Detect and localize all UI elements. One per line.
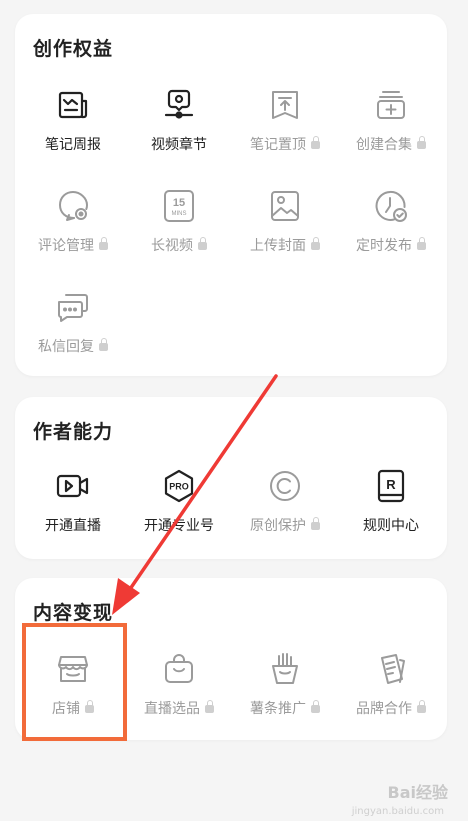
item-weekly-report[interactable]: 笔记周报 xyxy=(19,88,127,174)
brand-coop-icon xyxy=(374,652,408,686)
video-chapter-icon xyxy=(162,88,196,122)
section-title-creation: 创作权益 xyxy=(33,38,114,60)
live-icon xyxy=(56,469,90,503)
item-label: 评论管理 xyxy=(19,235,127,255)
item-live-selection[interactable]: 直播选品 xyxy=(125,652,233,738)
watermark-sub: jingyan.baidu.com xyxy=(351,806,444,817)
create-collection-icon xyxy=(374,88,408,122)
watermark: Bai经验 xyxy=(387,783,448,802)
lock-icon xyxy=(311,136,320,149)
highlight-box xyxy=(22,623,127,741)
lock-icon xyxy=(205,700,214,713)
rules-text: R xyxy=(386,477,396,492)
item-rules-center[interactable]: R 规则中心 xyxy=(337,469,445,555)
scheduled-publish-icon xyxy=(374,189,408,223)
item-label: 开通专业号 xyxy=(144,518,214,534)
item-live[interactable]: 开通直播 xyxy=(19,469,127,555)
item-scheduled-publish[interactable]: 定时发布 xyxy=(337,189,445,275)
item-label: 品牌合作 xyxy=(337,698,445,718)
pro-text: PRO xyxy=(169,482,189,492)
item-label: 规则中心 xyxy=(363,518,419,534)
item-label: 私信回复 xyxy=(19,336,127,356)
rules-center-icon: R xyxy=(374,469,408,503)
section-title-monetize: 内容变现 xyxy=(33,602,114,624)
item-label: 原创保护 xyxy=(231,515,339,535)
lock-icon xyxy=(417,237,426,250)
long-video-icon: 15 MINS xyxy=(162,189,196,223)
item-label: 定时发布 xyxy=(337,235,445,255)
item-comment-manage[interactable]: 评论管理 xyxy=(19,189,127,275)
item-create-collection[interactable]: 创建合集 xyxy=(337,88,445,174)
item-fries-promo[interactable]: 薯条推广 xyxy=(231,652,339,738)
item-upload-cover[interactable]: 上传封面 xyxy=(231,189,339,275)
item-label: 上传封面 xyxy=(231,235,339,255)
long-video-num: 15 xyxy=(173,197,185,209)
item-copyright[interactable]: 原创保护 xyxy=(231,469,339,555)
item-video-chapter[interactable]: 视频章节 xyxy=(125,88,233,174)
long-video-unit: MINS xyxy=(172,211,187,217)
item-pin-note[interactable]: 笔记置顶 xyxy=(231,88,339,174)
item-label: 笔记周报 xyxy=(45,137,101,153)
item-label: 长视频 xyxy=(125,235,233,255)
lock-icon xyxy=(311,517,320,530)
upload-cover-icon xyxy=(268,189,302,223)
fries-promo-icon xyxy=(268,652,302,686)
lock-icon xyxy=(99,338,108,351)
author-abilities-card: 作者能力 开通直播 PRO 开通专业号 原创保护 R 规则中心 xyxy=(15,397,447,559)
shopping-bag-icon xyxy=(162,652,196,686)
creation-rights-card: 创作权益 笔记周报 视频章节 笔记置顶 创建合集 评论管理 15 MINS 长视… xyxy=(15,14,447,376)
item-pro-account[interactable]: PRO 开通专业号 xyxy=(125,469,233,555)
lock-icon xyxy=(417,700,426,713)
item-brand-coop[interactable]: 品牌合作 xyxy=(337,652,445,738)
item-label: 视频章节 xyxy=(151,137,207,153)
copyright-icon xyxy=(268,469,302,503)
dm-reply-icon xyxy=(56,290,90,324)
pin-note-icon xyxy=(268,88,302,122)
lock-icon xyxy=(99,237,108,250)
item-label: 直播选品 xyxy=(125,698,233,718)
item-label: 薯条推广 xyxy=(231,698,339,718)
item-dm-reply[interactable]: 私信回复 xyxy=(19,290,127,376)
item-long-video[interactable]: 15 MINS 长视频 xyxy=(125,189,233,275)
section-title-author: 作者能力 xyxy=(33,421,114,443)
item-label: 开通直播 xyxy=(45,518,101,534)
lock-icon xyxy=(311,237,320,250)
comment-manage-icon xyxy=(56,189,90,223)
pro-account-icon: PRO xyxy=(162,469,196,503)
lock-icon xyxy=(311,700,320,713)
item-label: 笔记置顶 xyxy=(231,134,339,154)
lock-icon xyxy=(417,136,426,149)
item-label: 创建合集 xyxy=(337,134,445,154)
lock-icon xyxy=(198,237,207,250)
weekly-report-icon xyxy=(56,88,90,122)
